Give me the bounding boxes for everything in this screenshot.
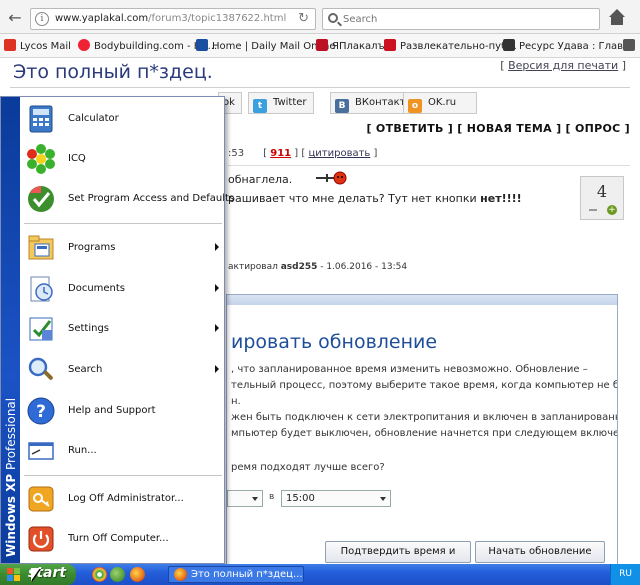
rating-box: 4 + (580, 176, 624, 220)
submenu-arrow-icon (215, 324, 219, 332)
print-version-link[interactable]: [ Версия для печати ] (500, 59, 626, 72)
menu-item-calculator[interactable]: Calculator (20, 99, 225, 139)
menu-item-set-program-access[interactable]: Set Program Access and Defaults (20, 179, 234, 219)
power-icon (28, 526, 54, 552)
windows-flag-icon (7, 568, 20, 581)
log-off-key-icon (28, 486, 54, 512)
programs-icon (28, 235, 54, 260)
menu-item-log-off[interactable]: Log Off Administrator... (20, 479, 225, 519)
post-divider (228, 165, 630, 166)
firefox-icon[interactable] (130, 567, 145, 582)
share-ok-button[interactable]: o OK.ru (403, 92, 477, 114)
start-menu: Windows XP Professional Calculator ICQ S… (0, 96, 234, 564)
menu-item-run[interactable]: Run... (20, 431, 225, 471)
topic-actions[interactable]: [ ОТВЕТИТЬ ] [ НОВАЯ ТЕМА ] [ ОПРОС ] (366, 122, 630, 135)
udav-icon (503, 39, 515, 51)
bookmark-resurs-udava[interactable]: Ресурс Удава : Глав... (503, 39, 633, 53)
post-meta: :53 [ 911 ] [ цитировать ] (228, 148, 378, 159)
submenu-arrow-icon (215, 284, 219, 292)
bookmark-daily-mail[interactable]: Home | Daily Mail Online (196, 39, 336, 53)
embedded-screenshot: ировать обновление , что запланированное… (226, 294, 618, 566)
start-update-button: Начать обновление (475, 541, 605, 563)
bookmark-yaplakal[interactable]: ЯПлакалъ (316, 39, 385, 53)
chrome-icon[interactable] (92, 567, 107, 582)
icq-flower-icon (27, 144, 55, 174)
twitter-icon: t (253, 99, 267, 113)
post-time: :53 (228, 148, 245, 159)
day-combo (227, 490, 263, 507)
run-icon (28, 442, 54, 460)
menu-item-documents[interactable]: Documents (20, 269, 225, 309)
search-input[interactable] (343, 11, 593, 27)
home-icon[interactable] (606, 7, 628, 29)
quicklaunch-app-icon[interactable] (110, 567, 125, 582)
embed-question: ремя подходят лучше всего? (231, 462, 385, 473)
bookmarks-toolbar: Lycos Mail Bodybuilding.com - Hu... Home… (0, 34, 640, 58)
confirm-time-button: Подтвердить время и закрыть (325, 541, 471, 563)
settings-icon (29, 317, 53, 341)
search-bar[interactable] (322, 8, 600, 30)
menu-separator (24, 223, 222, 224)
bookmark-razvlekatelno[interactable]: Развлекательно-пуб... (384, 39, 517, 53)
menu-item-icq[interactable]: ICQ (20, 139, 225, 179)
address-bar[interactable]: i www.yaplakal.com/forum3/topic1387622.h… (30, 8, 316, 30)
page-title: Это полный п*здец. (13, 61, 213, 83)
firefox-icon (174, 568, 187, 581)
vote-down-button[interactable] (589, 209, 597, 211)
vote-up-button[interactable]: + (607, 205, 617, 215)
menu-item-programs[interactable]: Programs (20, 228, 225, 268)
share-twitter-button[interactable]: t Twitter (248, 92, 314, 114)
embed-heading: ировать обновление (231, 331, 438, 353)
edited-note: актировал asd255 - 1.06.2016 - 13:54 (228, 262, 408, 272)
smiley-gun-icon (316, 171, 347, 185)
program-access-icon (28, 186, 54, 212)
bookmark-lycos-mail[interactable]: Lycos Mail (4, 39, 71, 53)
browser-navbar: ← i www.yaplakal.com/forum3/topic1387622… (0, 0, 640, 34)
bodybuilding-icon (78, 39, 90, 51)
url-text: www.yaplakal.com/forum3/topic1387622.htm… (55, 13, 287, 24)
documents-icon (30, 276, 53, 302)
back-arrow-icon[interactable]: ← (4, 7, 26, 29)
post-text-line2: рашивает что мне делать? Тут нет кнопки … (228, 192, 522, 205)
info-icon[interactable]: i (35, 12, 49, 26)
submenu-arrow-icon (215, 365, 219, 373)
time-combo: 15:00 (281, 490, 391, 507)
title-divider (10, 87, 630, 88)
svg-text:?: ? (36, 402, 46, 422)
lycos-icon (4, 39, 16, 51)
mouse-cursor (31, 568, 40, 581)
bookmark-overflow-icon[interactable] (623, 39, 639, 53)
menu-item-search[interactable]: Search (20, 350, 225, 390)
ok-icon: o (408, 99, 422, 113)
post-number-link[interactable]: 911 (270, 148, 291, 159)
submenu-arrow-icon (215, 243, 219, 251)
start-menu-banner: Windows XP Professional (1, 97, 20, 563)
menu-item-turn-off[interactable]: Turn Off Computer... (20, 519, 225, 559)
taskbar-firefox-window[interactable]: Это полный п*здец.... (168, 566, 304, 583)
u-logo-icon (384, 39, 396, 51)
help-icon: ? (27, 397, 55, 425)
reload-icon[interactable]: ↻ (298, 11, 309, 26)
menu-item-help[interactable]: ? Help and Support (20, 391, 225, 431)
yaplakal-icon (316, 39, 328, 51)
search-icon (328, 13, 338, 23)
menu-item-settings[interactable]: Settings (20, 309, 225, 349)
language-indicator[interactable]: RU (610, 564, 640, 585)
cite-link[interactable]: цитировать (308, 148, 370, 159)
magnifier-icon (28, 357, 53, 380)
daily-mail-icon (196, 39, 208, 51)
menu-separator (24, 475, 222, 476)
vk-icon: B (335, 99, 349, 113)
calculator-icon (29, 105, 53, 133)
post-text-line1: обнаглела. (228, 173, 293, 186)
rating-count: 4 (596, 182, 608, 201)
taskbar: start Это полный п*здец.... RU (0, 564, 640, 585)
